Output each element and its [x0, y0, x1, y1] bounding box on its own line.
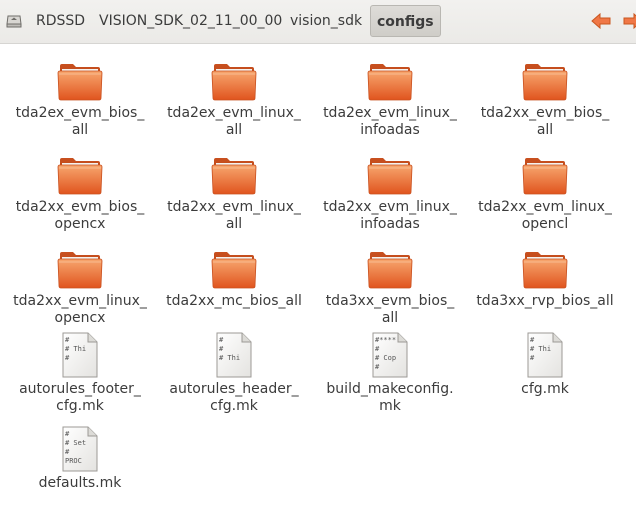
item-label: tda2xx_evm_linux_ infoadas: [323, 199, 457, 232]
breadcrumb-vision-sdk[interactable]: vision_sdk: [290, 6, 362, 36]
folder-item[interactable]: tda2xx_evm_linux_ opencl: [470, 148, 620, 233]
item-label: tda3xx_evm_bios_ all: [325, 293, 455, 326]
breadcrumb-vision-sdk-version[interactable]: VISION_SDK_02_11_00_00: [99, 6, 282, 36]
path-bar: RDSSD VISION_SDK_02_11_00_00 vision_sdk …: [0, 0, 636, 44]
item-icon: [159, 242, 309, 290]
file-preview-text: # # # Thi: [219, 336, 241, 362]
folder-item[interactable]: tda2xx_evm_linux_ opencx: [5, 242, 155, 327]
folder-item[interactable]: tda2xx_evm_bios_ opencx: [5, 148, 155, 233]
folder-icon: [57, 158, 103, 195]
folder-icon: [57, 64, 103, 101]
folder-item[interactable]: tda2xx_evm_bios_ all: [470, 54, 620, 139]
text-file-icon: # # Set # PROC: [62, 426, 98, 472]
text-file-icon: #**** # # Cop #: [372, 332, 408, 378]
item-label: tda2xx_evm_linux_ opencx: [13, 293, 147, 326]
folder-icon: [367, 252, 413, 289]
item-icon: #**** # # Cop #: [315, 330, 465, 378]
item-label: tda2xx_evm_linux_ all: [167, 199, 301, 232]
item-label: tda2xx_mc_bios_all: [166, 293, 302, 309]
item-icon: # # Thi #: [5, 330, 155, 378]
folder-icon: [211, 158, 257, 195]
item-label: tda2xx_evm_bios_ opencx: [15, 199, 145, 232]
folder-icon: [211, 64, 257, 101]
folder-item[interactable]: tda2ex_evm_bios_ all: [5, 54, 155, 139]
folder-item[interactable]: tda2xx_evm_linux_ all: [159, 148, 309, 233]
item-icon: [159, 148, 309, 196]
text-file-icon: # # Thi #: [527, 332, 563, 378]
folder-item[interactable]: tda3xx_evm_bios_ all: [315, 242, 465, 327]
item-icon: [5, 54, 155, 102]
arrow-left-icon: [591, 12, 611, 30]
folder-item[interactable]: tda3xx_rvp_bios_all: [470, 242, 620, 310]
file-item[interactable]: # # Thi # cfg.mk: [470, 330, 620, 398]
item-label: tda2ex_evm_bios_ all: [15, 105, 145, 138]
drive-button[interactable]: [2, 6, 26, 36]
file-grid: tda2ex_evm_bios_ all tda2ex_evm_linux_ a…: [0, 44, 636, 514]
item-icon: [470, 148, 620, 196]
file-item[interactable]: # # Thi # autorules_footer_ cfg.mk: [5, 330, 155, 415]
file-item[interactable]: # # Set # PROC defaults.mk: [5, 424, 155, 492]
arrow-right-icon: [623, 12, 636, 30]
item-label: autorules_header_ cfg.mk: [169, 381, 299, 414]
folder-icon: [367, 64, 413, 101]
file-preview-text: # # Thi #: [65, 336, 87, 362]
breadcrumb-configs[interactable]: configs: [370, 5, 441, 37]
folder-item[interactable]: tda2ex_evm_linux_ infoadas: [315, 54, 465, 139]
item-icon: [5, 148, 155, 196]
item-label: tda2xx_evm_bios_ all: [480, 105, 610, 138]
folder-icon: [522, 64, 568, 101]
item-icon: [315, 54, 465, 102]
folder-icon: [57, 252, 103, 289]
file-preview-text: # # Set # PROC: [65, 430, 87, 465]
drive-icon: [6, 15, 22, 28]
item-label: build_makeconfig. mk: [326, 381, 454, 414]
text-file-icon: # # Thi #: [62, 332, 98, 378]
forward-button[interactable]: [622, 10, 636, 32]
folder-icon: [522, 252, 568, 289]
item-icon: # # # Thi: [159, 330, 309, 378]
folder-item[interactable]: tda2ex_evm_linux_ all: [159, 54, 309, 139]
item-label: tda2ex_evm_linux_ all: [167, 105, 301, 138]
item-icon: # # Set # PROC: [5, 424, 155, 472]
file-item[interactable]: # # # Thi autorules_header_ cfg.mk: [159, 330, 309, 415]
item-label: tda2xx_evm_linux_ opencl: [478, 199, 612, 232]
folder-item[interactable]: tda2xx_mc_bios_all: [159, 242, 309, 310]
item-label: cfg.mk: [521, 381, 569, 397]
item-icon: [470, 242, 620, 290]
file-manager-window: RDSSD VISION_SDK_02_11_00_00 vision_sdk …: [0, 0, 636, 514]
item-icon: [315, 242, 465, 290]
item-label: defaults.mk: [38, 475, 122, 491]
folder-icon: [211, 252, 257, 289]
item-icon: [315, 148, 465, 196]
folder-icon: [522, 158, 568, 195]
folder-icon: [367, 158, 413, 195]
item-label: autorules_footer_ cfg.mk: [19, 381, 141, 414]
item-icon: [159, 54, 309, 102]
back-button[interactable]: [590, 10, 612, 32]
file-item[interactable]: #**** # # Cop # build_makeconfig. mk: [315, 330, 465, 415]
item-icon: # # Thi #: [470, 330, 620, 378]
file-preview-text: #**** # # Cop #: [375, 336, 397, 371]
file-preview-text: # # Thi #: [530, 336, 552, 362]
text-file-icon: # # # Thi: [216, 332, 252, 378]
item-icon: [5, 242, 155, 290]
folder-item[interactable]: tda2xx_evm_linux_ infoadas: [315, 148, 465, 233]
item-icon: [470, 54, 620, 102]
item-label: tda3xx_rvp_bios_all: [476, 293, 614, 309]
item-label: tda2ex_evm_linux_ infoadas: [323, 105, 457, 138]
breadcrumb-rdssd[interactable]: RDSSD: [36, 6, 85, 36]
